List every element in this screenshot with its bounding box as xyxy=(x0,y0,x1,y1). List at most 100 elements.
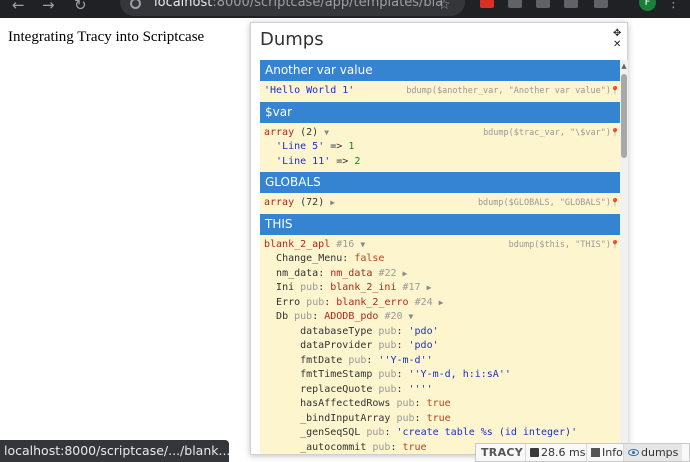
arrow: => xyxy=(336,155,349,167)
arrow: => xyxy=(330,141,343,152)
property-name: Db xyxy=(276,311,289,322)
object-property: _genSeqSQL pub: 'create table %s (id int… xyxy=(300,427,578,438)
visibility-tag: pub xyxy=(306,296,325,308)
section-header: $var xyxy=(260,101,621,123)
address-bar[interactable]: localhost:8000/scriptcase/app/templates/… xyxy=(120,0,465,16)
reload-icon[interactable]: ↻ xyxy=(74,0,87,14)
site-info-icon[interactable] xyxy=(130,0,141,9)
visibility-tag: pub xyxy=(300,282,319,293)
visibility-tag: pub xyxy=(378,340,397,351)
property-value[interactable]: blank_2_ini xyxy=(330,282,396,293)
property-name: fmtDate xyxy=(300,354,343,366)
property-value[interactable]: nm_data xyxy=(330,268,372,279)
close-icon[interactable]: ✕ xyxy=(613,39,621,50)
property-value: false xyxy=(354,253,385,264)
object-id: #17 xyxy=(402,282,421,293)
visibility-tag: pub xyxy=(294,311,313,322)
collapse-toggle-icon[interactable]: ▼ xyxy=(324,128,329,137)
pin-icon[interactable]: 📍 xyxy=(610,238,620,253)
tracy-info-panel[interactable]: Info xyxy=(591,444,623,461)
dump-block: bdump($this, "THIS") 📍 blank_2_apl #16 ▼ C… xyxy=(260,234,621,454)
property-name: dataProvider xyxy=(300,340,373,351)
property-value[interactable]: blank_2_erro xyxy=(336,297,408,308)
object-property: Change_Menu: false xyxy=(276,253,385,264)
panel-controls[interactable]: ✥ ✕ xyxy=(613,28,621,50)
visibility-tag: pub xyxy=(396,412,415,424)
property-value[interactable]: ADODB_pdo xyxy=(324,311,378,322)
pin-icon[interactable]: 📍 xyxy=(610,84,620,99)
property-value: true xyxy=(426,412,451,424)
extension-icon[interactable] xyxy=(536,0,550,8)
dump-location-link[interactable]: bdump($GLOBALS, "GLOBALS") xyxy=(478,196,611,211)
property-value: true xyxy=(426,398,451,409)
property-name: _autocommit xyxy=(300,441,367,453)
extension-icon[interactable] xyxy=(508,0,522,8)
dump-type[interactable]: array xyxy=(264,197,294,208)
property-value: ''Y-m-d, h:i:sA'' xyxy=(408,369,511,380)
property-name: databaseType xyxy=(300,325,373,337)
property-value: 'pdo' xyxy=(408,325,439,337)
object-property: fmtTimeStamp pub: ''Y-m-d, h:i:sA'' xyxy=(300,369,511,380)
extension-icon[interactable] xyxy=(564,0,578,8)
object-id: #24 xyxy=(414,296,433,308)
panel-title: Dumps xyxy=(260,29,324,50)
forward-arrow-icon[interactable]: → xyxy=(42,0,55,14)
visibility-tag: pub xyxy=(378,325,397,337)
object-id: #20 xyxy=(384,311,403,322)
scrollbar-thumb[interactable] xyxy=(621,74,627,158)
scroll-up-icon[interactable]: ▲ xyxy=(620,62,628,70)
dump-block: bdump($trac_var, "\$var") 📍 array (2) ▼ 'L… xyxy=(260,122,621,172)
array-value: 1 xyxy=(348,141,355,152)
object-id: #16 xyxy=(336,238,355,250)
divider xyxy=(525,444,526,461)
property-value: true xyxy=(402,441,427,453)
tracy-dumps-panel: Dumps ✥ ✕ Another var value bdump($anoth… xyxy=(250,22,628,455)
dump-location-link[interactable]: bdump($another_var, "Another var value") xyxy=(406,84,611,99)
object-property: replaceQuote pub: '''' xyxy=(300,383,433,395)
timer-icon xyxy=(530,448,539,457)
object-property: _bindInputArray pub: true xyxy=(300,412,451,424)
object-property: databaseType pub: 'pdo' xyxy=(300,325,439,337)
pin-icon[interactable]: 📍 xyxy=(610,196,620,211)
browser-menu-icon[interactable]: ⋮ xyxy=(667,0,680,11)
property-name: replaceQuote xyxy=(300,383,373,395)
collapse-toggle-icon[interactable]: ▼ xyxy=(409,312,414,321)
property-value: ''Y-m-d'' xyxy=(378,354,433,366)
extensions-puzzle-icon[interactable] xyxy=(594,0,608,8)
property-name: Change_Menu xyxy=(276,253,343,264)
property-name: _bindInputArray xyxy=(300,412,391,424)
expand-toggle-icon[interactable]: ▶ xyxy=(427,283,432,292)
profile-avatar[interactable]: F xyxy=(639,0,656,11)
array-value: 2 xyxy=(354,155,361,167)
page-heading: Integrating Tracy into Scriptcase xyxy=(8,29,205,45)
panel-scrollbar[interactable]: ▲ ▼ xyxy=(620,60,628,452)
object-property: nm_data: nm_data #22 ▶ xyxy=(276,267,408,279)
tracy-logo[interactable]: TRACY xyxy=(481,444,523,461)
dump-block: bdump($another_var, "Another var value")… xyxy=(260,81,621,102)
object-property: fmtDate pub: ''Y-m-d'' xyxy=(300,354,433,366)
dump-count: (2) xyxy=(300,126,319,138)
array-key: 'Line 11' xyxy=(276,155,331,167)
object-class[interactable]: blank_2_apl xyxy=(264,239,330,250)
tracy-dumps-panel-button[interactable]: dumps xyxy=(624,444,683,461)
pin-icon[interactable]: 📍 xyxy=(610,126,620,141)
section-header: THIS xyxy=(260,213,621,235)
expand-toggle-icon[interactable]: ▶ xyxy=(403,269,408,278)
move-icon[interactable]: ✥ xyxy=(613,28,621,39)
object-property: _autocommit pub: true xyxy=(300,441,427,453)
dump-location-link[interactable]: bdump($this, "THIS") xyxy=(509,238,611,253)
tracy-time-panel[interactable]: 28.6 ms xyxy=(530,444,585,461)
bookmark-star-icon[interactable]: ☆ xyxy=(438,0,451,13)
dump-block: bdump($GLOBALS, "GLOBALS") 📍 array (72) ▶ xyxy=(260,193,621,214)
extension-icon[interactable] xyxy=(480,0,494,8)
back-arrow-icon[interactable]: ← xyxy=(12,0,25,14)
property-name: Erro xyxy=(276,296,301,308)
dump-type[interactable]: array xyxy=(264,127,294,138)
expand-toggle-icon[interactable]: ▶ xyxy=(439,298,444,307)
property-value: '''' xyxy=(408,383,433,395)
expand-toggle-icon[interactable]: ▶ xyxy=(330,198,335,207)
object-id: #22 xyxy=(378,267,397,279)
visibility-tag: pub xyxy=(396,398,415,409)
collapse-toggle-icon[interactable]: ▼ xyxy=(360,240,365,249)
dump-location-link[interactable]: bdump($trac_var, "\$var") xyxy=(483,126,611,141)
